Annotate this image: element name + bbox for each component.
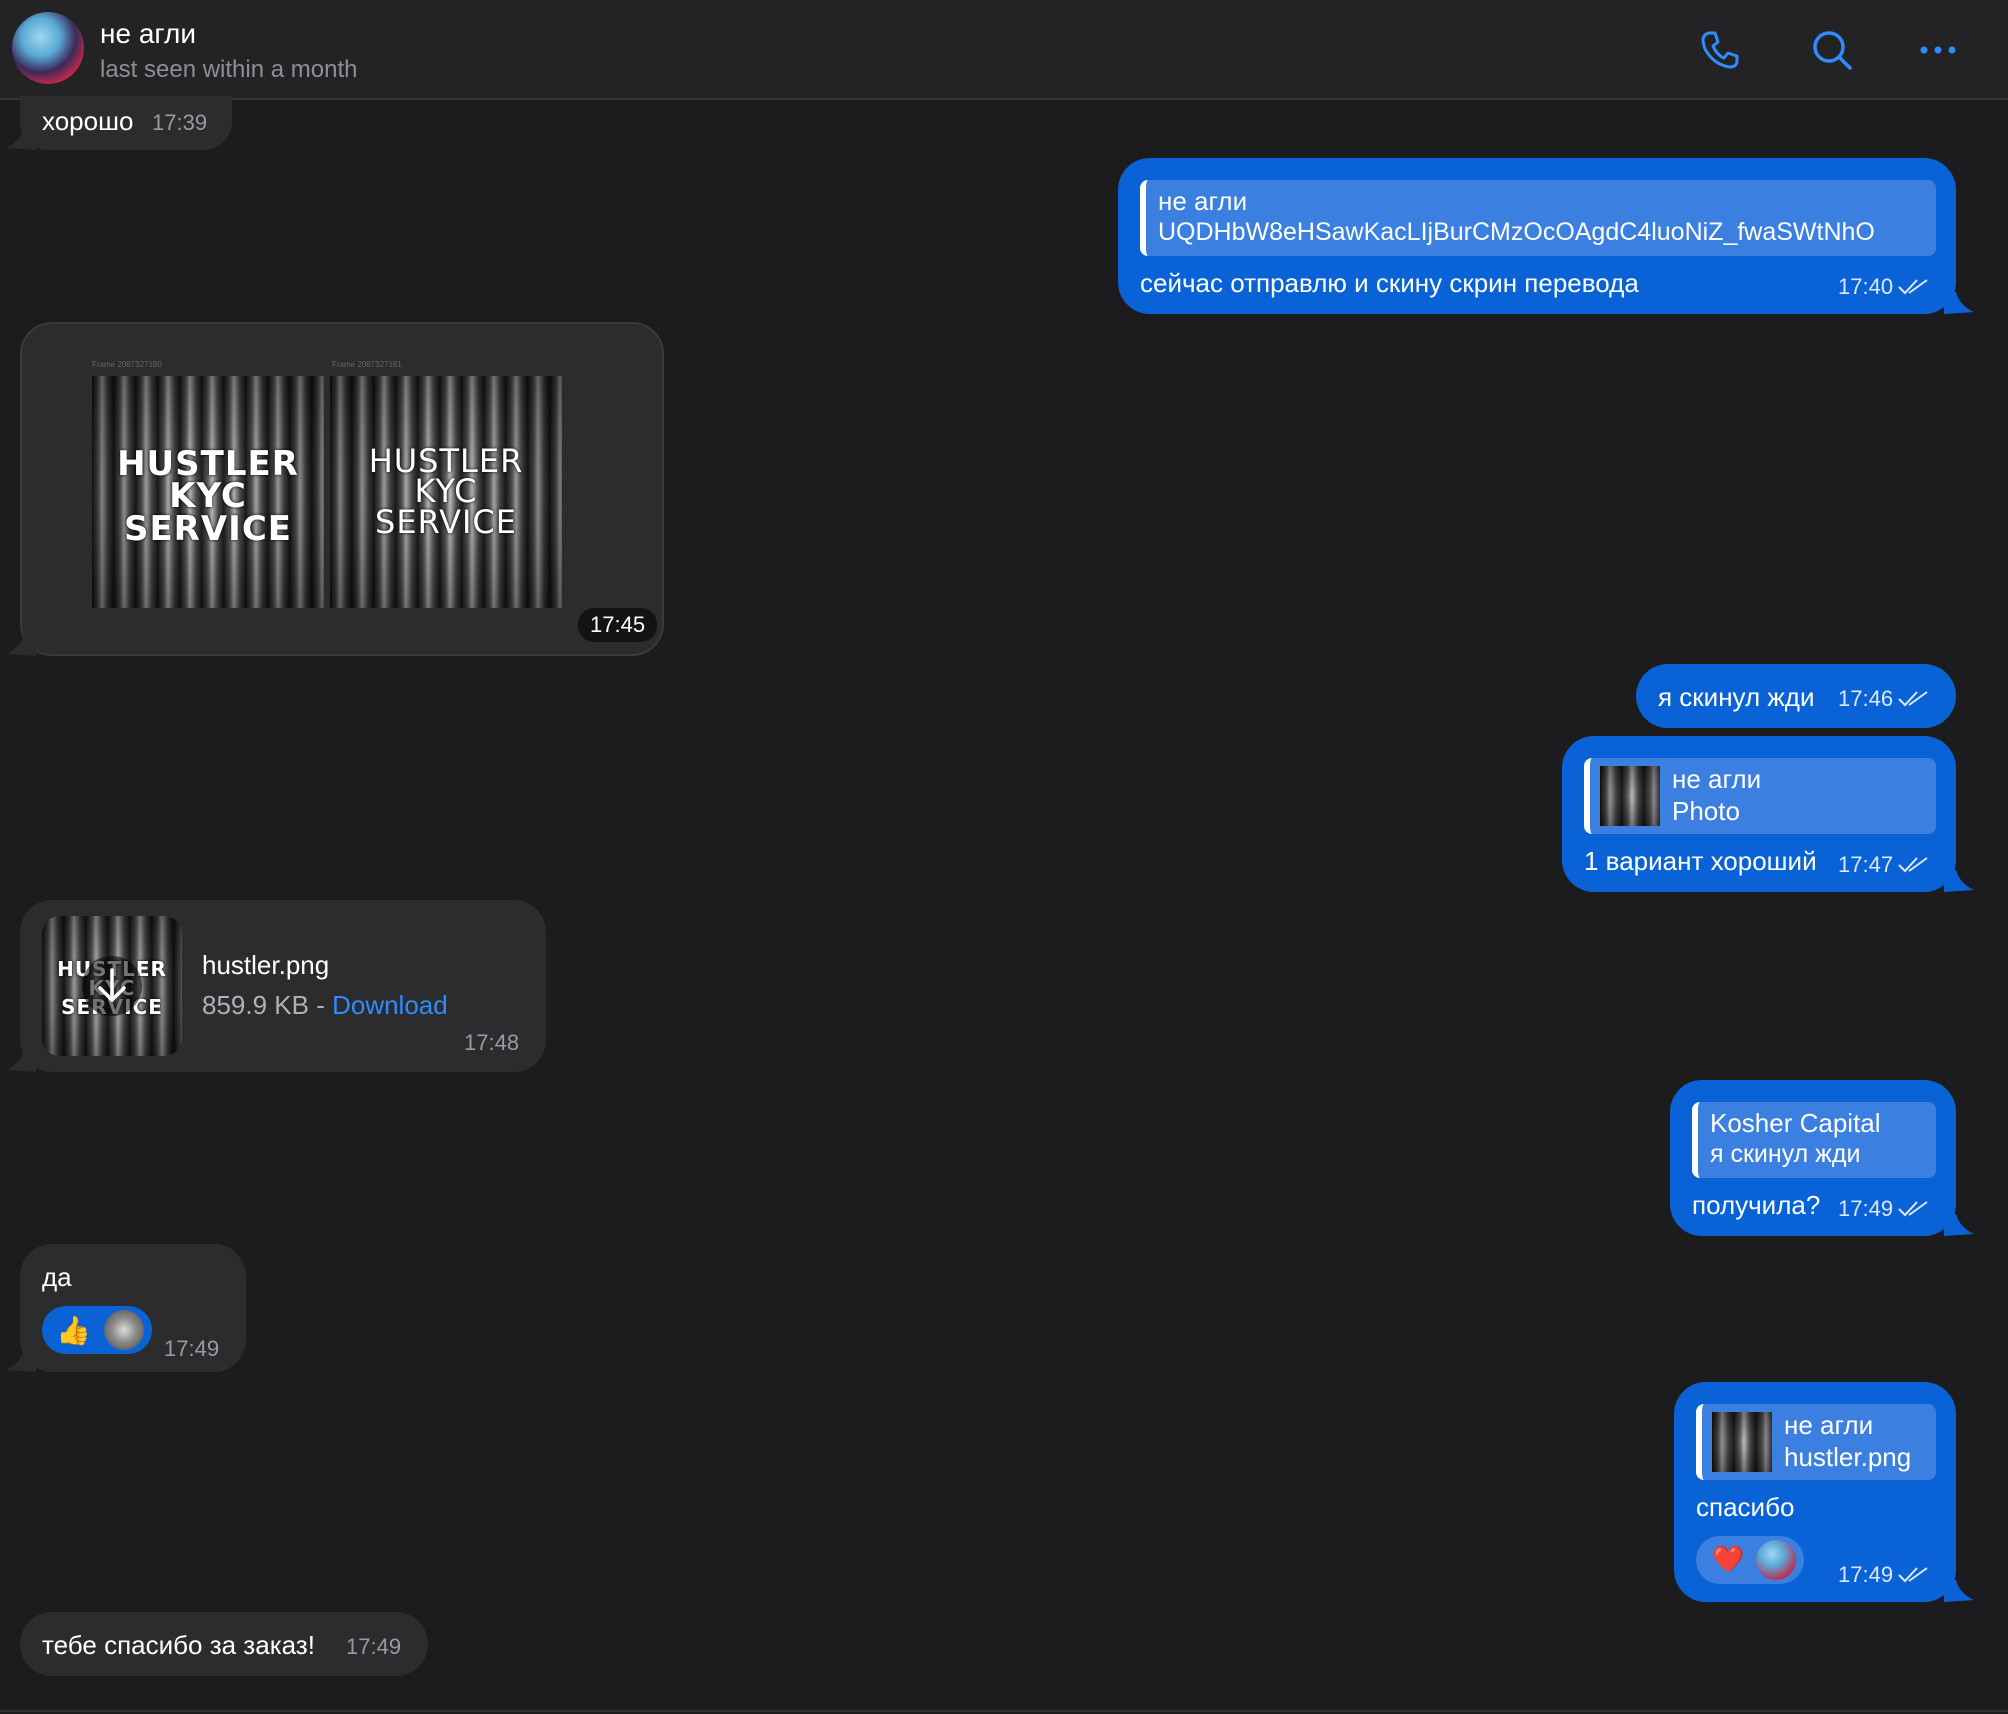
read-checks-icon bbox=[1898, 857, 1928, 873]
read-checks-icon bbox=[1898, 1201, 1928, 1217]
message-bubble-outgoing[interactable]: не агли hustler.png спасибо ❤️ 17:49 bbox=[1674, 1382, 1956, 1602]
message-time: 17:47 bbox=[1838, 852, 1894, 877]
message-time: 17:49 bbox=[164, 1336, 220, 1361]
message-time: 17:40 bbox=[1838, 274, 1894, 299]
reply-text: Photo bbox=[1672, 796, 1740, 826]
reply-sender: не агли bbox=[1784, 1410, 1874, 1440]
art-text: SERVICE bbox=[375, 502, 517, 541]
bubble-tail bbox=[6, 1350, 36, 1372]
art-text: SERVICE bbox=[123, 508, 293, 549]
reply-sender: не агли bbox=[1158, 186, 1248, 216]
message-bubble-incoming[interactable]: да 👍 17:49 bbox=[20, 1244, 246, 1372]
message-time: 17:46 bbox=[1838, 686, 1894, 711]
bubble-tail bbox=[6, 634, 36, 656]
reply-sender: Kosher Capital bbox=[1710, 1108, 1881, 1138]
message-time: 17:49 bbox=[1838, 1196, 1894, 1221]
message-time: 17:49 bbox=[346, 1634, 402, 1659]
file-size: 859.9 KB - bbox=[202, 990, 333, 1020]
message-bubble-incoming-file[interactable]: HUSTLER KYC SERVICE hustler.png 859.9 KB… bbox=[20, 900, 546, 1072]
chat-status: last seen within a month bbox=[100, 56, 358, 83]
bubble-tail bbox=[1944, 1214, 1974, 1236]
chat-header: не агли last seen within a month bbox=[0, 0, 2008, 100]
download-link[interactable]: Download bbox=[332, 990, 448, 1020]
phone-icon[interactable] bbox=[1696, 26, 1744, 74]
divider bbox=[0, 1710, 2008, 1712]
reply-thumbnail bbox=[1600, 766, 1660, 826]
bubble-tail bbox=[1944, 870, 1974, 892]
reactor-avatar bbox=[104, 1310, 144, 1350]
download-icon[interactable] bbox=[82, 956, 142, 1016]
read-checks-icon bbox=[1898, 279, 1928, 295]
message-bubble-incoming[interactable]: тебе спасибо за заказ! 17:49 bbox=[20, 1612, 428, 1676]
file-thumbnail[interactable]: HUSTLER KYC SERVICE bbox=[42, 916, 182, 1056]
file-name: hustler.png bbox=[202, 950, 330, 980]
message-bubble-outgoing[interactable]: я скинул жди 17:46 bbox=[1636, 664, 1956, 728]
message-bubble-outgoing[interactable]: не агли Photo 1 вариант хороший 17:47 bbox=[1562, 736, 1956, 892]
bubble-tail bbox=[6, 1050, 36, 1072]
message-text: хорошо bbox=[42, 106, 134, 136]
photo-variant-1[interactable]: HUSTLER KYC SERVICE bbox=[92, 376, 324, 608]
message-text: тебе спасибо за заказ! bbox=[42, 1630, 315, 1660]
reply-quote[interactable]: Kosher Capital я скинул жди bbox=[1692, 1102, 1936, 1178]
bubble-tail bbox=[6, 128, 36, 150]
reply-text: UQDHbW8eHSawKacLIjBurCMzOcOAgdC4luoNiZ_f… bbox=[1158, 218, 1875, 246]
art-text: KYC bbox=[169, 476, 247, 517]
message-text: 1 вариант хороший bbox=[1584, 846, 1817, 876]
photo-variant-2[interactable]: HUSTLER KYC SERVICE bbox=[330, 376, 562, 608]
message-time: 17:39 bbox=[152, 110, 208, 135]
message-text: спасибо bbox=[1696, 1492, 1795, 1522]
message-text: да bbox=[42, 1262, 72, 1292]
reaction-pill[interactable]: ❤️ bbox=[1696, 1536, 1804, 1584]
message-time: 17:45 bbox=[578, 608, 658, 642]
reply-sender: не агли bbox=[1672, 764, 1762, 794]
message-bubble-incoming-image[interactable]: Frame 2087327180 Frame 2087327181 HUSTLE… bbox=[20, 322, 664, 656]
message-time: 17:49 bbox=[1838, 1562, 1894, 1587]
reply-quote[interactable]: не агли hustler.png bbox=[1696, 1404, 1936, 1480]
thumbs-up-icon: 👍 bbox=[56, 1315, 91, 1346]
message-time: 17:48 bbox=[464, 1030, 520, 1055]
message-text: я скинул жди bbox=[1658, 682, 1815, 712]
read-checks-icon bbox=[1898, 691, 1928, 707]
more-dots-icon[interactable] bbox=[1914, 26, 1962, 74]
bubble-tail bbox=[1944, 1580, 1974, 1602]
message-bubble-outgoing[interactable]: не агли UQDHbW8eHSawKacLIjBurCMzOcOAgdC4… bbox=[1118, 158, 1956, 314]
reply-quote[interactable]: не агли UQDHbW8eHSawKacLIjBurCMzOcOAgdC4… bbox=[1140, 180, 1936, 256]
reactor-avatar bbox=[1756, 1540, 1796, 1580]
search-icon[interactable] bbox=[1808, 26, 1856, 74]
frame-label: Frame 2087327180 bbox=[92, 360, 162, 369]
bubble-tail bbox=[1944, 292, 1974, 314]
message-bubble-incoming[interactable]: хорошо 17:39 bbox=[20, 96, 232, 150]
avatar[interactable] bbox=[12, 12, 84, 84]
chat-title[interactable]: не агли bbox=[100, 18, 196, 50]
reply-quote[interactable]: не агли Photo bbox=[1584, 758, 1936, 834]
reply-text: я скинул жди bbox=[1710, 1140, 1861, 1168]
message-bubble-outgoing[interactable]: Kosher Capital я скинул жди получила? 17… bbox=[1670, 1080, 1956, 1236]
reaction-pill[interactable]: 👍 bbox=[42, 1306, 152, 1354]
reply-text: hustler.png bbox=[1784, 1442, 1912, 1472]
read-checks-icon bbox=[1898, 1567, 1928, 1583]
frame-label: Frame 2087327181 bbox=[332, 360, 402, 369]
reply-thumbnail bbox=[1712, 1412, 1772, 1472]
message-text: сейчас отправлю и скину скрин перевода bbox=[1140, 268, 1639, 298]
message-text: получила? bbox=[1692, 1190, 1821, 1220]
file-meta: 859.9 KB - Download bbox=[202, 990, 448, 1021]
heart-icon: ❤️ bbox=[1712, 1544, 1745, 1574]
